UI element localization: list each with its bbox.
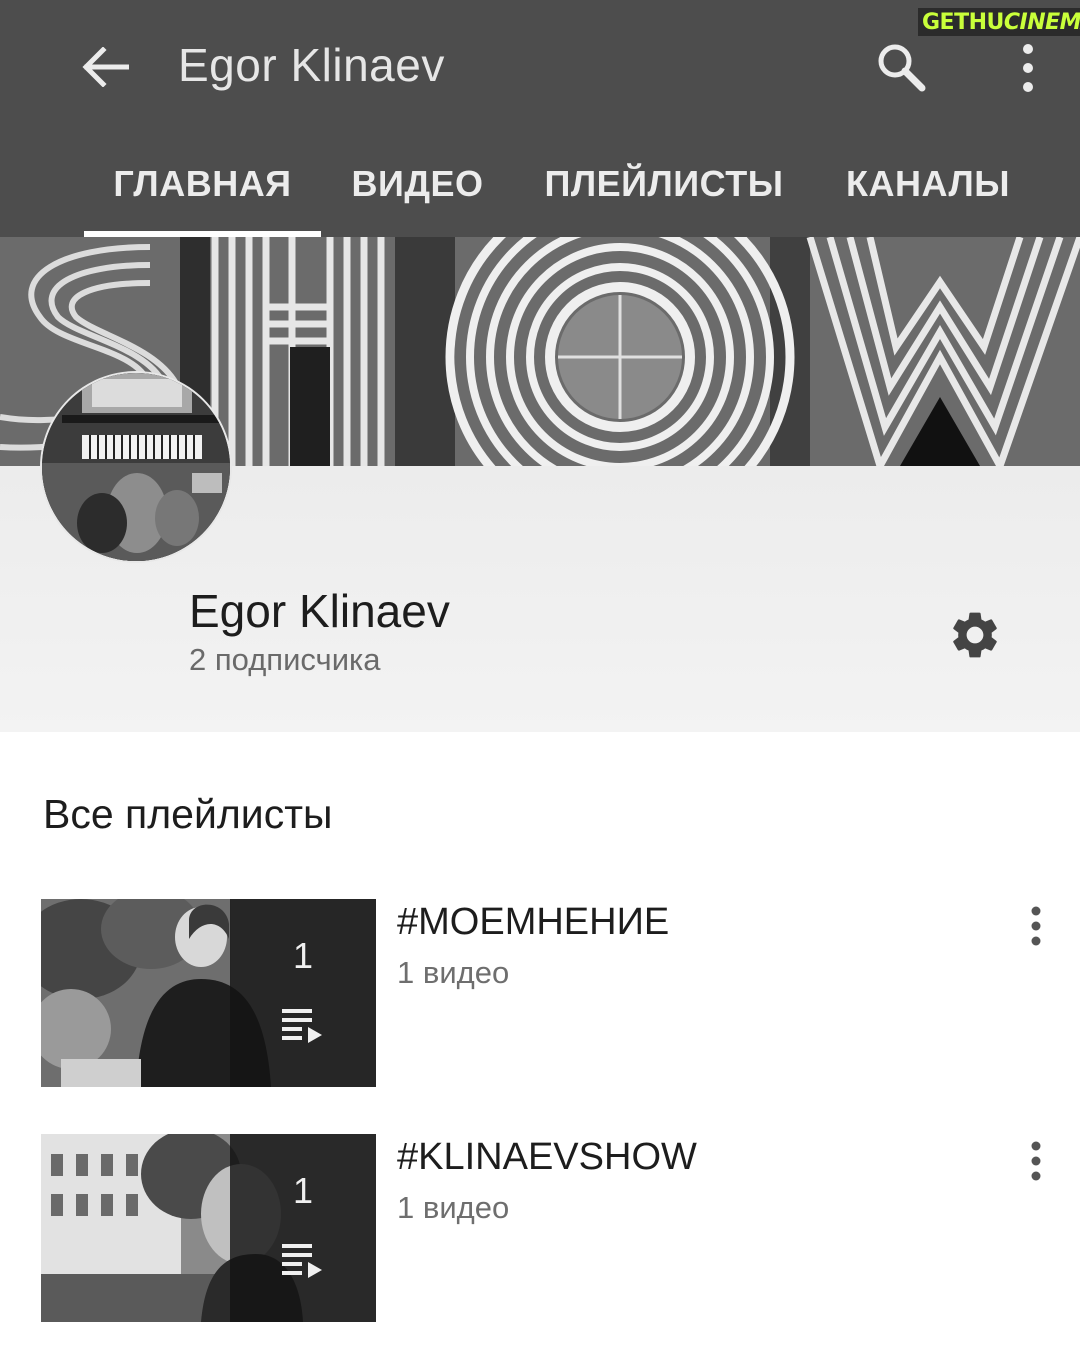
search-button[interactable] <box>870 36 932 98</box>
playlist-count-overlay <box>230 1134 376 1322</box>
playlist-count-overlay <box>230 899 376 1087</box>
subscriber-count: 2 подписчика <box>189 642 381 677</box>
watermark-text-2: CINEMA <box>1003 9 1080 35</box>
arrow-left-icon <box>82 47 129 87</box>
app-bar-title: Egor Klinaev <box>178 39 445 91</box>
more-vertical-icon <box>1023 44 1033 92</box>
playlist-more-button[interactable] <box>1016 901 1056 951</box>
settings-button[interactable] <box>940 600 1010 670</box>
playlist-play-icon <box>282 1009 322 1043</box>
list-item: 1 #МОЕМНЕНИЕ 1 видео <box>0 899 1080 1089</box>
playlist-video-count: 1 <box>292 1170 314 1211</box>
avatar[interactable] <box>42 373 230 561</box>
tab-bar: ГЛАВНАЯ ВИДЕО ПЛЕЙЛИСТЫ КАНАЛЫ ( <box>0 130 1080 237</box>
gear-icon <box>953 612 997 658</box>
playlist-thumbnail[interactable]: 1 <box>41 1134 376 1322</box>
playlist-thumbnail[interactable]: 1 <box>41 899 376 1087</box>
playlist-title[interactable]: #KLINAEVSHOW <box>397 1136 697 1179</box>
more-vertical-icon <box>1031 1141 1041 1181</box>
app-bar: Egor Klinaev GETHUCINEMA ГЛАВНАЯ ВИДЕО П… <box>0 0 1080 237</box>
more-options-button[interactable] <box>1006 40 1050 96</box>
playlist-play-icon <box>282 1244 322 1278</box>
tab-channels[interactable]: КАНАЛЫ <box>823 130 1033 237</box>
channel-name: Egor Klinaev <box>189 585 450 637</box>
playlist-more-button[interactable] <box>1016 1136 1056 1186</box>
tab-partial[interactable]: ( <box>1070 130 1080 237</box>
search-icon <box>878 44 926 92</box>
playlist-meta: 1 видео <box>397 1190 510 1225</box>
watermark-logo: GETHUCINEMA <box>918 8 1080 36</box>
section-title: Все плейлисты <box>43 791 333 837</box>
avatar-image <box>42 373 230 561</box>
tab-videos[interactable]: ВИДЕО <box>330 130 505 237</box>
tab-home[interactable]: ГЛАВНАЯ <box>84 130 321 237</box>
playlist-title[interactable]: #МОЕМНЕНИЕ <box>397 901 669 944</box>
playlist-video-count: 1 <box>292 935 314 976</box>
more-vertical-icon <box>1031 906 1041 946</box>
tab-playlists[interactable]: ПЛЕЙЛИСТЫ <box>535 130 793 237</box>
back-button[interactable] <box>78 40 132 94</box>
list-item: 1 #KLINAEVSHOW 1 видео <box>0 1134 1080 1324</box>
playlist-meta: 1 видео <box>397 955 510 990</box>
watermark-text-1: GETHU <box>922 9 1004 35</box>
